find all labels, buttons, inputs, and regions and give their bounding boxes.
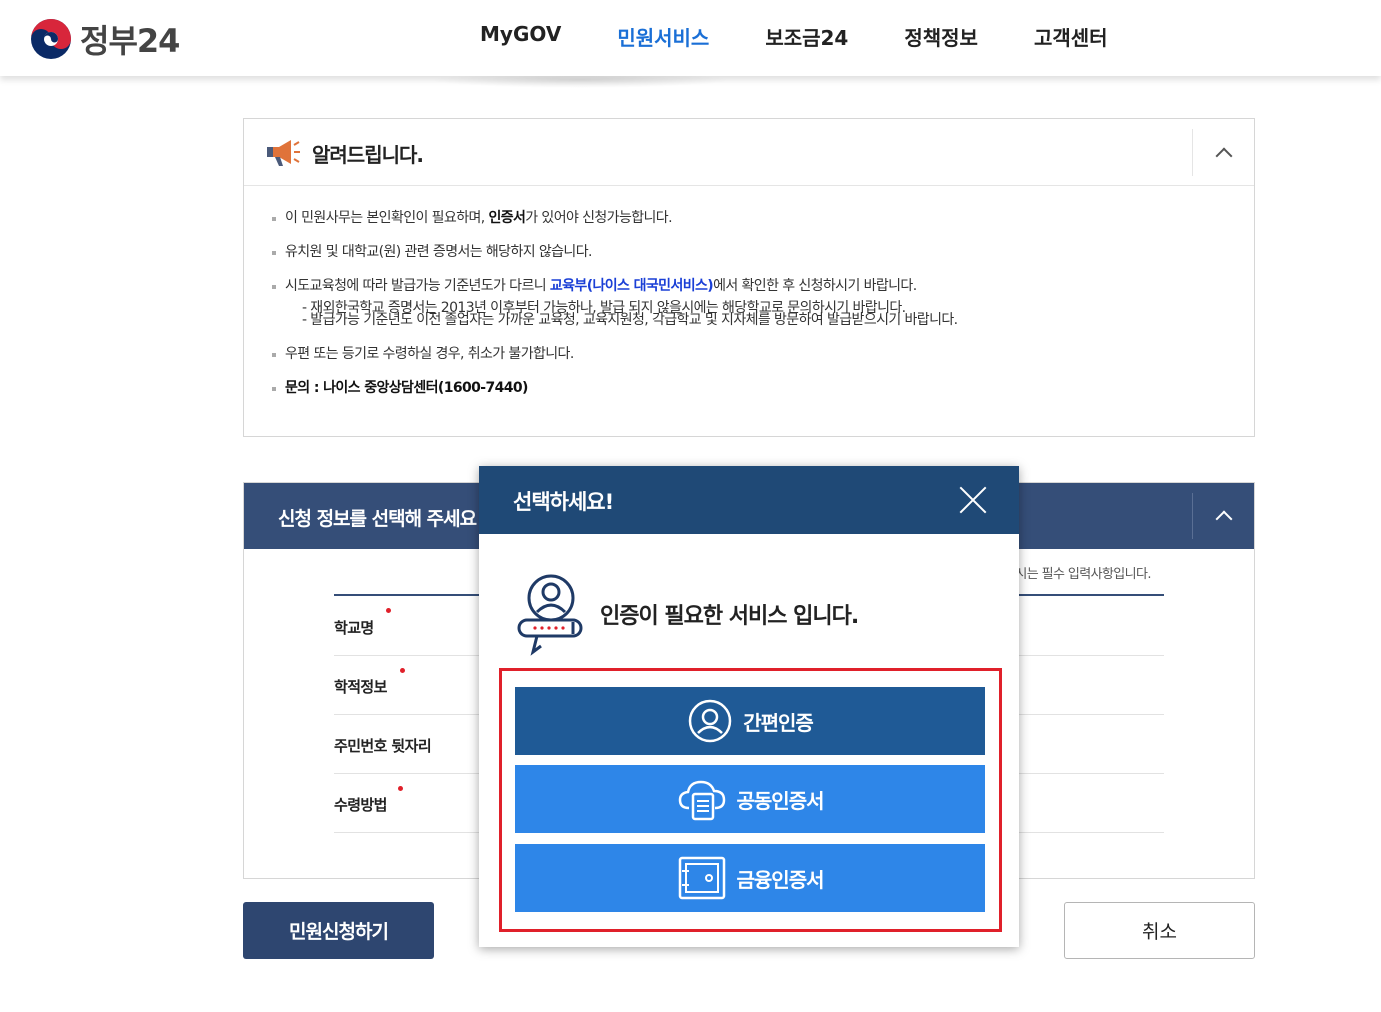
label-school-name: 학교명: [334, 619, 374, 637]
taegeuk-logo-icon: [31, 19, 71, 59]
apply-title: 신청 정보를 선택해 주세요: [278, 508, 477, 530]
notice-item-year: 시도교육청에 따라 발급가능 기준년도가 다르니 교육부(나이스 대국민서비스)…: [272, 276, 1254, 296]
joint-cert-label: 공동인증서: [736, 788, 825, 813]
megaphone-icon: [267, 140, 300, 166]
site-header: 정부24 MyGOV 민원서비스 보조금24 정책정보 고객센터: [0, 0, 1381, 76]
nav-subsidy24[interactable]: 보조금24: [765, 22, 848, 51]
notice-subitem-graduates: - 발급가능 기준년도 이전 졸업자는 가까운 교육청, 교육지원청, 각급학교…: [302, 312, 958, 328]
apply-collapse-button[interactable]: [1192, 493, 1254, 539]
notice-box: 알려드립니다. 이 민원사무는 본인확인이 필요하며, 인증서가 있어야 신청가…: [243, 118, 1255, 437]
main-nav: MyGOV 민원서비스 보조금24 정책정보 고객센터: [480, 22, 1164, 51]
notice-text: 가 있어야 신청가능합니다.: [525, 210, 672, 226]
joint-cert-button[interactable]: 공동인증서: [515, 765, 985, 833]
notice-bold-text: 인증서: [488, 210, 526, 226]
user-circle-icon: [688, 699, 732, 743]
required-dot: [398, 786, 403, 791]
contact-text: 문의 : 나이스 중앙상담센터(1600-7440): [285, 380, 528, 396]
notice-item-mail: 우편 또는 등기로 수령하실 경우, 취소가 불가합니다.: [272, 344, 1254, 364]
label-academic-info: 학적정보: [334, 678, 387, 696]
apply-button[interactable]: 민원신청하기: [243, 902, 434, 959]
modal-title: 선택하세요!: [513, 490, 614, 514]
user-auth-key-icon: [517, 574, 583, 656]
notice-text: 시도교육청에 따라 발급가능 기준년도가 다르니: [285, 278, 550, 294]
neis-link[interactable]: 교육부(나이스 대국민서비스): [550, 278, 714, 294]
required-dot: [386, 608, 391, 613]
notice-item-auth: 이 민원사무는 본인확인이 필요하며, 인증서가 있어야 신청가능합니다.: [272, 208, 1254, 228]
nav-policy-info[interactable]: 정책정보: [904, 22, 978, 51]
close-icon[interactable]: [957, 484, 989, 516]
label-rrn-back: 주민번호 뒷자리: [334, 737, 432, 755]
finance-cert-button[interactable]: 금융인증서: [515, 844, 985, 912]
required-dot: [400, 668, 405, 673]
simple-auth-button[interactable]: 간편인증: [515, 687, 985, 755]
required-note: 표시는 필수 입력사항입니다.: [1004, 567, 1152, 582]
finance-cert-label: 금융인증서: [736, 867, 825, 892]
notice-title: 알려드립니다.: [312, 143, 424, 167]
simple-auth-label: 간편인증: [743, 710, 814, 735]
notice-body: 이 민원사무는 본인확인이 필요하며, 인증서가 있어야 신청가능합니다. 유치…: [244, 186, 1254, 398]
chevron-up-icon: [1215, 147, 1232, 164]
cancel-button[interactable]: 취소: [1064, 902, 1255, 959]
modal-header: 선택하세요!: [479, 466, 1019, 534]
nav-civil-service[interactable]: 민원서비스: [617, 22, 709, 51]
label-receive-method: 수령방법: [334, 796, 387, 814]
notice-header: 알려드립니다.: [244, 119, 1254, 186]
auth-select-modal: 선택하세요! 인증이 필요한 서비스 입니다. 간편인증 공동인증서 금융인증서: [479, 466, 1019, 947]
logo-text: 정부24: [80, 22, 180, 60]
nav-customer-center[interactable]: 고객센터: [1034, 22, 1108, 51]
modal-message: 인증이 필요한 서비스 입니다.: [600, 604, 859, 629]
notice-collapse-button[interactable]: [1192, 129, 1254, 176]
chevron-up-icon: [1215, 510, 1232, 528]
notice-text: 이 민원사무는 본인확인이 필요하며,: [285, 210, 489, 226]
logo[interactable]: 정부24: [30, 16, 180, 62]
notice-text: 에서 확인한 후 신청하시기 바랍니다.: [713, 278, 917, 294]
notice-item-contact: 문의 : 나이스 중앙상담센터(1600-7440): [272, 378, 1254, 398]
nav-mygov[interactable]: MyGOV: [480, 22, 561, 51]
notice-item-exclusion: 유치원 및 대학교(원) 관련 증명서는 해당하지 않습니다.: [272, 242, 1254, 262]
safe-icon: [678, 856, 725, 900]
cloud-document-icon: [678, 780, 725, 821]
